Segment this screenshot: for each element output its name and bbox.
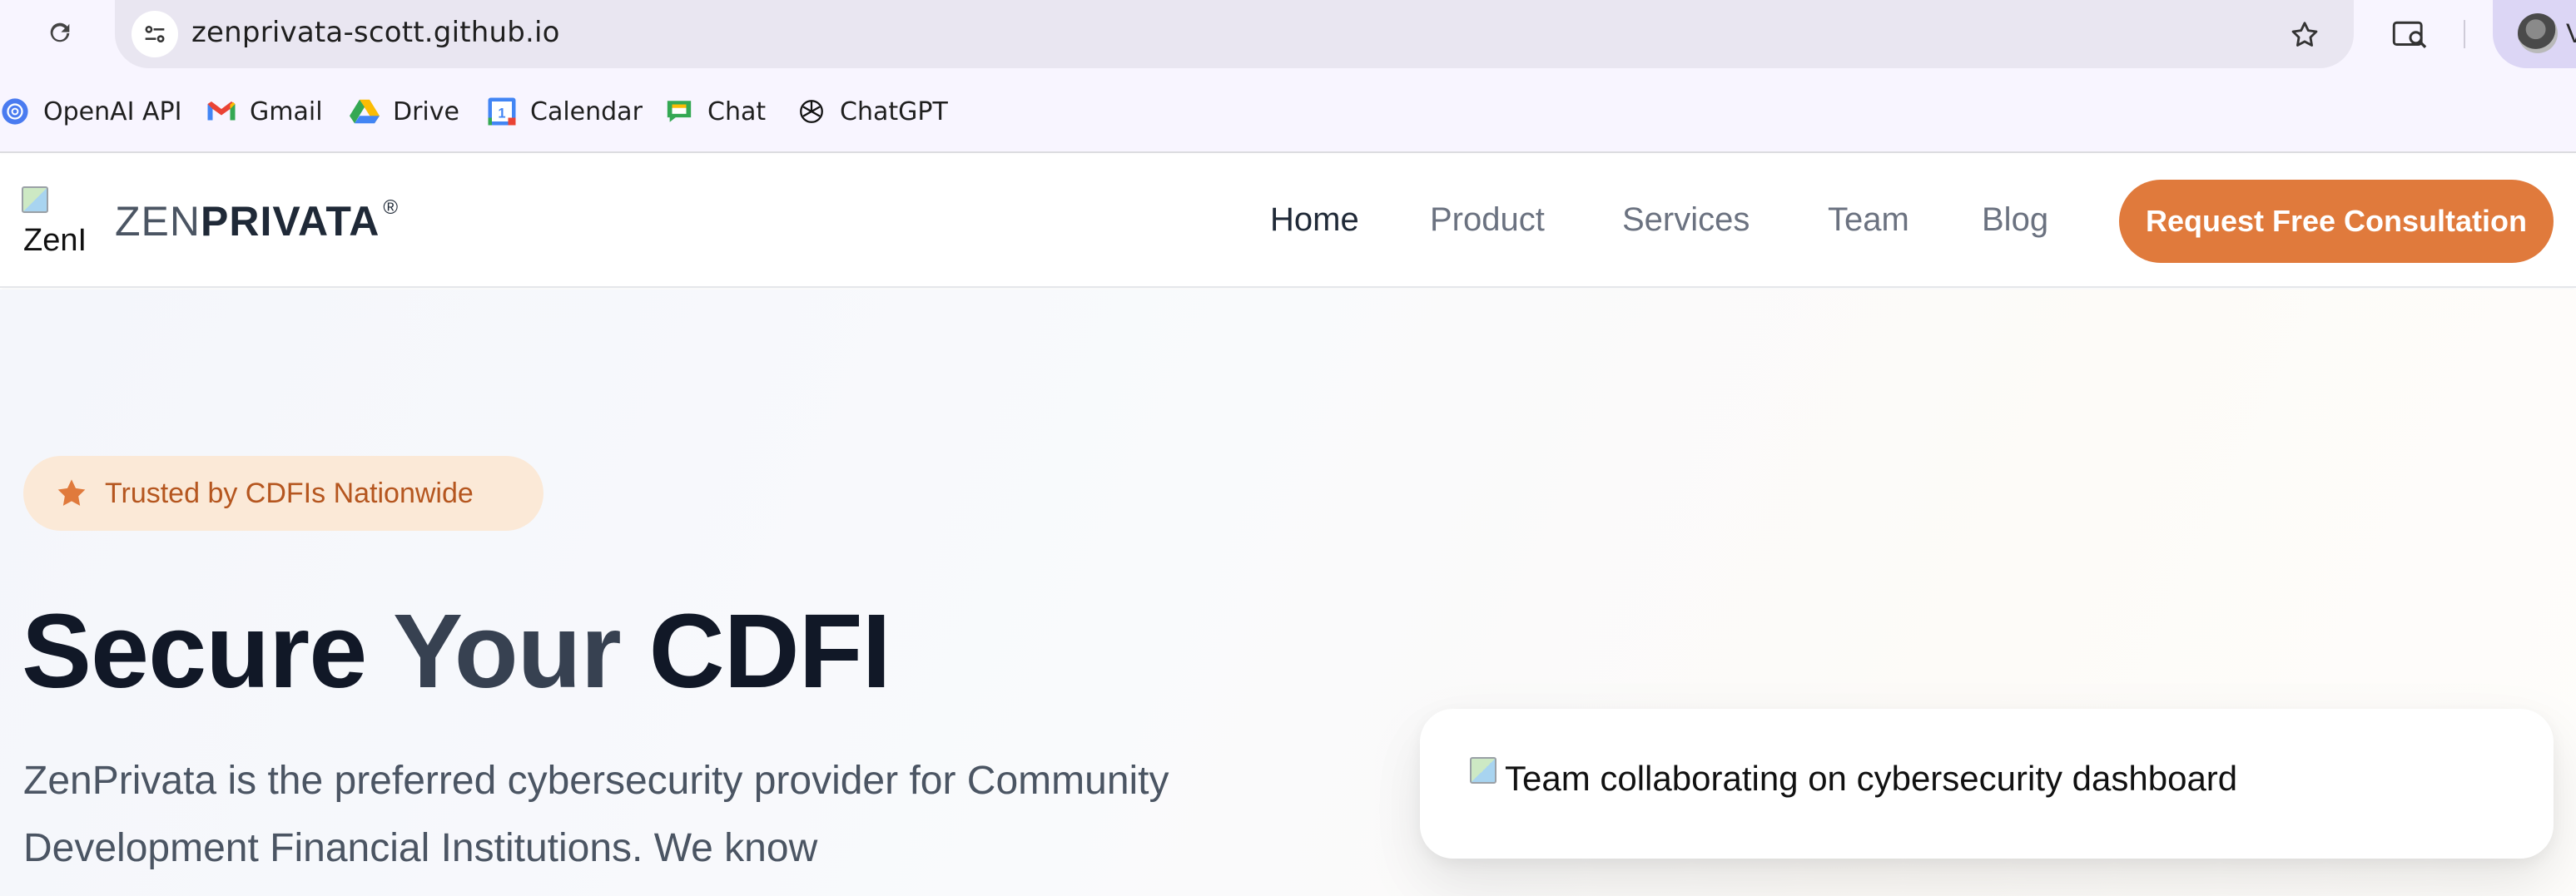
title-cdfi: CDFI [648, 592, 891, 710]
address-bar[interactable]: zenprivata-scott.github.io [115, 0, 2354, 68]
logo-privata: PRIVATA [201, 198, 380, 245]
bookmark-calendar[interactable]: 1 Calendar [487, 93, 643, 130]
url-text[interactable]: zenprivata-scott.github.io [191, 16, 560, 49]
hero-image-alt-text: Team collaborating on cybersecurity dash… [1505, 759, 2238, 798]
title-secure: Secure [22, 592, 393, 710]
hero-title: Secure Your CDFI [22, 591, 891, 711]
broken-image-icon [1470, 757, 1496, 784]
lens-search-icon[interactable] [2389, 15, 2432, 55]
bookmark-label: OpenAI API [43, 97, 182, 126]
reload-icon[interactable] [42, 15, 78, 52]
openai-api-icon [0, 97, 30, 126]
hero-image-card: Team collaborating on cybersecurity dash… [1420, 709, 2554, 859]
site-info-icon[interactable] [132, 11, 178, 57]
title-your: Your [393, 592, 649, 710]
bookmarks-bar: OpenAI API Gmail Drive 1 Calendar Chat C… [0, 70, 2576, 153]
trust-badge: Trusted by CDFIs Nationwide [23, 456, 543, 531]
bookmark-openai-api[interactable]: OpenAI API [0, 93, 182, 130]
badge-text: Trusted by CDFIs Nationwide [105, 477, 474, 509]
nav-services[interactable]: Services [1622, 201, 1750, 239]
hero-description: ZenPrivata is the preferred cybersecurit… [23, 759, 1169, 870]
bookmark-label: Drive [393, 97, 459, 126]
bookmark-label: Gmail [250, 97, 323, 126]
logo-alt-text: ZenI [23, 223, 87, 256]
nav-team[interactable]: Team [1828, 201, 1909, 239]
nav-blog[interactable]: Blog [1982, 201, 2048, 239]
nav-home[interactable]: Home [1270, 201, 1359, 239]
google-drive-icon [350, 97, 380, 126]
nav-product[interactable]: Product [1430, 201, 1545, 239]
logo-wordmark[interactable]: ZENPRIVATA ® [115, 196, 399, 245]
google-chat-icon [664, 97, 694, 126]
logo-zen: ZEN [115, 198, 201, 245]
profile-button[interactable]: V [2493, 0, 2576, 68]
registered-mark: ® [383, 196, 400, 219]
logo-image[interactable]: ZenI [22, 186, 92, 256]
site-header: ZenI ZENPRIVATA ® Home Product Services T… [0, 155, 2576, 288]
bookmark-drive[interactable]: Drive [350, 93, 459, 130]
bookmark-label: Chat [707, 97, 767, 126]
bookmark-label: ChatGPT [840, 97, 948, 126]
request-consultation-button[interactable]: Request Free Consultation [2119, 180, 2554, 263]
profile-name: V [2566, 18, 2576, 48]
chatgpt-icon [797, 97, 826, 126]
broken-image-icon [22, 186, 48, 213]
bookmark-chat[interactable]: Chat [664, 93, 766, 130]
bookmark-label: Calendar [530, 97, 643, 126]
star-icon [57, 479, 86, 506]
hero-section: Trusted by CDFIs Nationwide Secure Your … [0, 290, 2576, 896]
avatar [2518, 13, 2558, 53]
browser-toolbar: zenprivata-scott.github.io V [0, 0, 2576, 70]
bookmark-gmail[interactable]: Gmail [206, 93, 323, 130]
toolbar-divider [2464, 20, 2465, 48]
google-calendar-icon: 1 [487, 97, 517, 126]
gmail-icon [206, 97, 236, 126]
svg-text:1: 1 [498, 106, 505, 121]
bookmark-chatgpt[interactable]: ChatGPT [797, 93, 948, 130]
bookmark-star-icon[interactable] [2285, 15, 2325, 55]
